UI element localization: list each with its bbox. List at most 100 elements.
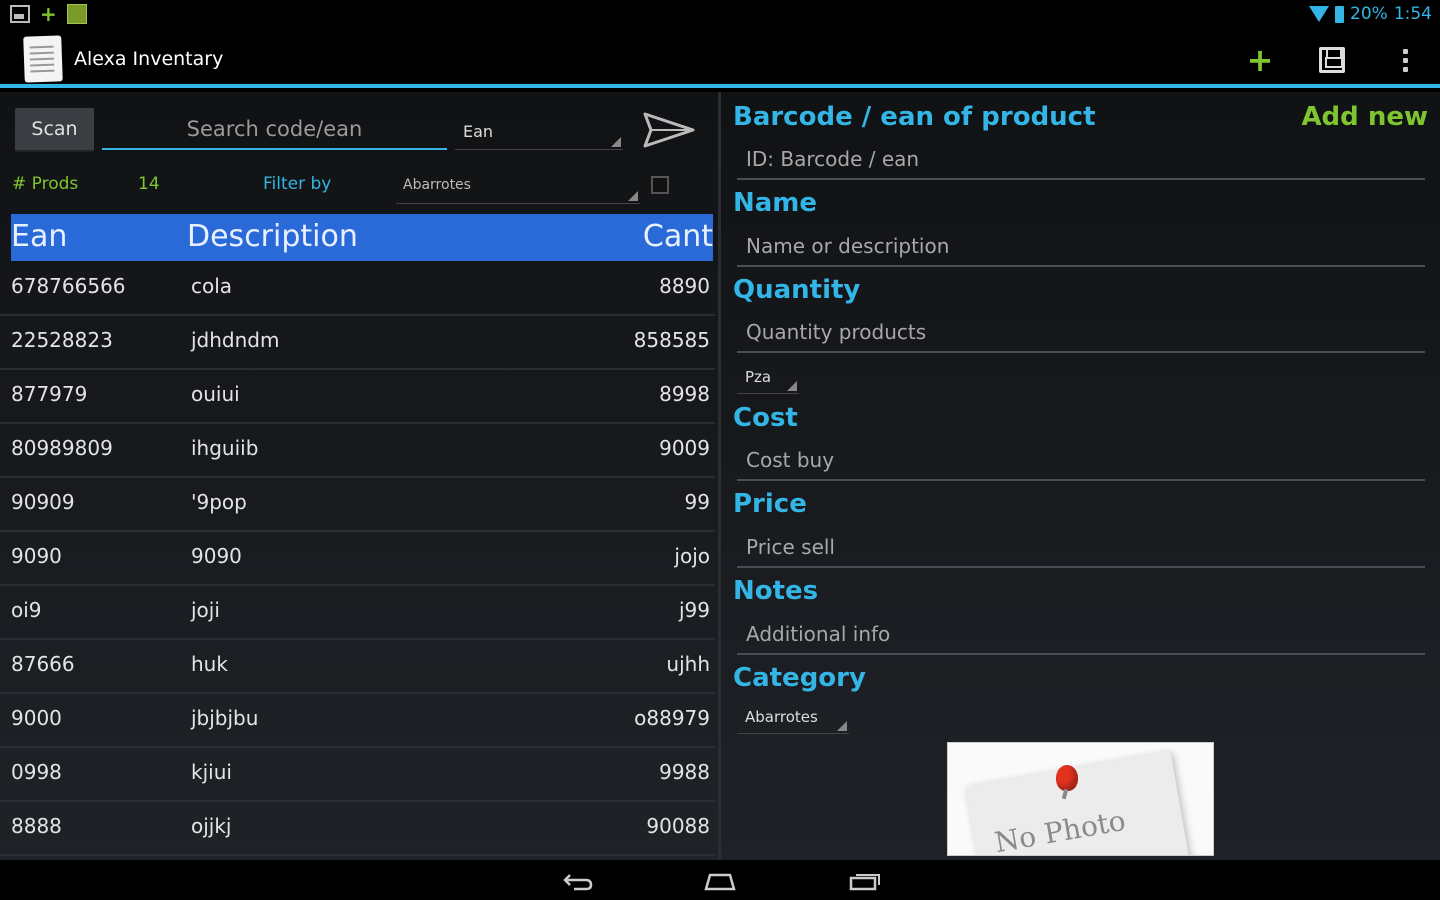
filter-by-label: Filter by <box>263 174 332 194</box>
cell-description: huk <box>191 652 228 676</box>
add-button[interactable]: + <box>1240 41 1280 79</box>
cell-ean: 90909 <box>11 490 75 514</box>
cell-cant: 8890 <box>659 274 710 298</box>
add-new-button[interactable]: Add new <box>1301 102 1428 132</box>
table-row[interactable]: 90909 '9pop 99 <box>0 478 715 532</box>
cost-label: Cost <box>733 403 798 433</box>
table-row[interactable]: 9000 jbjbjbu o88979 <box>0 694 715 748</box>
app-logo-icon[interactable] <box>23 35 63 83</box>
table-row[interactable]: oi9 joji j99 <box>0 586 715 640</box>
cell-cant: ujhh <box>666 652 710 676</box>
clock: 1:54 <box>1393 4 1432 24</box>
cell-description: kjiui <box>191 760 232 784</box>
cell-cant: o88979 <box>634 706 710 730</box>
cell-description: jdhdndm <box>191 328 280 352</box>
product-photo[interactable]: No Photo <box>947 742 1214 856</box>
table-row[interactable]: 8888 ojjkj 90088 <box>0 802 715 856</box>
cell-cant: 90088 <box>646 814 710 838</box>
cell-description: ihguiib <box>191 436 259 460</box>
home-icon <box>704 873 736 891</box>
quantity-field[interactable] <box>737 313 1425 353</box>
status-bar: + 20% 1:54 <box>0 0 1440 30</box>
main-content: Scan Ean # Prods 14 Filter by Abarrotes … <box>0 92 1440 860</box>
cell-ean: 9000 <box>11 706 62 730</box>
cell-ean: 678766566 <box>11 274 126 298</box>
unit-select[interactable]: Pza <box>737 364 799 394</box>
cell-ean: 22528823 <box>11 328 113 352</box>
dropdown-corner-icon <box>611 137 621 147</box>
name-field[interactable] <box>737 227 1425 267</box>
table-row[interactable]: 0998 kjiui 9988 <box>0 748 715 802</box>
overflow-menu-button[interactable] <box>1385 42 1425 78</box>
price-label: Price <box>733 489 807 519</box>
column-header-description[interactable]: Description <box>187 219 358 254</box>
system-indicators: 20% 1:54 <box>1309 4 1432 24</box>
category-select[interactable]: Abarrotes <box>737 704 849 734</box>
table-row[interactable]: 9090 9090 jojo <box>0 532 715 586</box>
prods-label: # Prods <box>12 174 79 194</box>
cell-ean: 8888 <box>11 814 62 838</box>
dropdown-corner-icon <box>787 381 797 391</box>
cell-description: joji <box>191 598 220 622</box>
plus-icon: + <box>1246 41 1274 79</box>
column-header-cant[interactable]: Cant <box>643 219 713 254</box>
cell-cant: 9988 <box>659 760 710 784</box>
app-notification-icon <box>66 4 87 24</box>
filter-checkbox[interactable] <box>651 176 669 194</box>
table-row[interactable]: 87666 huk ujhh <box>0 640 715 694</box>
notification-icons: + <box>10 4 87 24</box>
navigation-bar <box>0 860 1440 900</box>
notes-field[interactable] <box>737 615 1425 655</box>
notes-label: Notes <box>733 576 819 606</box>
more-vert-icon <box>1402 48 1408 54</box>
wifi-icon <box>1309 6 1330 22</box>
filter-category-select[interactable]: Abarrotes <box>396 172 640 204</box>
barcode-field[interactable] <box>737 140 1425 180</box>
cell-ean: 80989809 <box>11 436 113 460</box>
cell-ean: 0998 <box>11 760 62 784</box>
cell-cant: 9009 <box>659 436 710 460</box>
column-header-ean[interactable]: Ean <box>11 219 67 254</box>
save-button[interactable] <box>1312 42 1352 78</box>
search-type-select[interactable]: Ean <box>455 116 623 150</box>
table-header: Ean Description Cant <box>11 214 713 261</box>
table-row[interactable]: 80989809 ihguiib 9009 <box>0 424 715 478</box>
pushpin-icon <box>1056 765 1078 791</box>
barcode-label: Barcode / ean of product <box>733 102 1096 132</box>
prods-count: 14 <box>138 174 160 194</box>
name-label: Name <box>733 188 818 218</box>
unit-value: Pza <box>745 368 772 386</box>
cell-ean: 9090 <box>11 544 62 568</box>
cell-cant: j99 <box>678 598 710 622</box>
filter-category-value: Abarrotes <box>403 177 471 193</box>
cost-field[interactable] <box>737 441 1425 481</box>
category-label: Category <box>733 663 866 693</box>
cell-cant: jojo <box>674 544 710 568</box>
home-button[interactable] <box>700 868 740 894</box>
table-row[interactable]: 678766566 cola 8890 <box>0 262 715 316</box>
cell-ean: 877979 <box>11 382 88 406</box>
back-icon <box>563 874 593 891</box>
table-row[interactable]: 877979 ouiui 8998 <box>0 370 715 424</box>
battery-percent: 20% <box>1350 4 1388 24</box>
search-type-value: Ean <box>463 122 494 141</box>
dropdown-corner-icon <box>837 721 847 731</box>
scan-button[interactable]: Scan <box>15 108 94 152</box>
table-row[interactable]: 22528823 jdhdndm 858585 <box>0 316 715 370</box>
quantity-label: Quantity <box>733 275 861 305</box>
cell-cant: 858585 <box>633 328 710 352</box>
recent-apps-button[interactable] <box>845 868 885 894</box>
product-table: 678766566 cola 8890 22528823 jdhdndm 858585 … <box>0 262 715 856</box>
save-icon <box>1319 47 1345 73</box>
recent-apps-icon <box>849 874 880 891</box>
back-button[interactable] <box>558 868 598 894</box>
battery-icon <box>1335 5 1345 23</box>
dropdown-corner-icon <box>628 191 638 201</box>
image-notification-icon <box>10 5 30 23</box>
cell-description: ojjkj <box>191 814 232 838</box>
action-bar: Alexa Inventary + <box>0 30 1440 88</box>
price-field[interactable] <box>737 528 1425 568</box>
search-input[interactable] <box>102 110 447 150</box>
app-title: Alexa Inventary <box>74 48 224 70</box>
send-icon[interactable] <box>643 112 695 148</box>
